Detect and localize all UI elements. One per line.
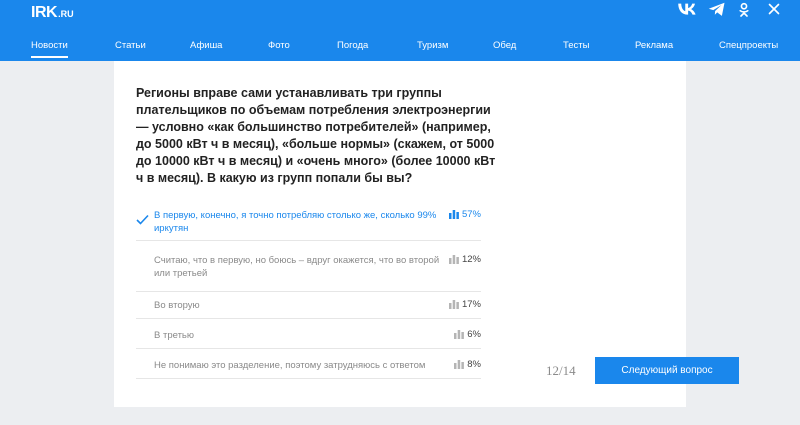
poll-option-result: 57% bbox=[448, 209, 481, 220]
poll-option[interactable]: Считаю, что в первую, но боюсь – вдруг о… bbox=[136, 241, 481, 292]
odnoklassniki-icon[interactable] bbox=[738, 2, 756, 18]
site-header: IRK .RU Новости Статьи Афиша Фото Погода … bbox=[0, 0, 800, 61]
poll-option[interactable]: Во вторую 17% bbox=[136, 292, 481, 319]
next-question-button[interactable]: Следующий вопрос bbox=[595, 357, 739, 384]
telegram-icon[interactable] bbox=[708, 2, 726, 18]
nav-item-afisha[interactable]: Афиша bbox=[190, 40, 222, 51]
logo-suffix: .RU bbox=[58, 9, 74, 19]
poll-option-percent: 8% bbox=[467, 359, 481, 370]
poll-question: Регионы вправе сами устанавливать три гр… bbox=[136, 86, 496, 185]
bar-chart-icon bbox=[448, 210, 459, 219]
poll-option[interactable]: Не понимаю это разделение, поэтому затру… bbox=[136, 349, 481, 379]
poll-option-percent: 57% bbox=[461, 209, 481, 220]
poll-option-text: Не понимаю это разделение, поэтому затру… bbox=[154, 360, 426, 371]
nav-item-lunch[interactable]: Обед bbox=[493, 40, 516, 51]
poll-option-result: 12% bbox=[448, 254, 481, 265]
poll-option-text: Считаю, что в первую, но боюсь – вдруг о… bbox=[154, 255, 440, 279]
bar-chart-icon bbox=[448, 255, 459, 264]
poll-option-text: В первую, конечно, я точно потребляю сто… bbox=[154, 210, 437, 234]
site-logo[interactable]: IRK .RU bbox=[31, 4, 74, 22]
poll-card: Регионы вправе сами устанавливать три гр… bbox=[114, 61, 739, 407]
nav-item-articles[interactable]: Статьи bbox=[115, 40, 146, 51]
poll-option-result: 8% bbox=[454, 359, 481, 370]
poll-option-result: 17% bbox=[448, 299, 481, 310]
nav-item-weather[interactable]: Погода bbox=[337, 40, 368, 51]
poll-option[interactable]: В первую, конечно, я точно потребляю сто… bbox=[136, 202, 481, 241]
nav-item-photo[interactable]: Фото bbox=[268, 40, 290, 51]
poll-option-percent: 17% bbox=[461, 299, 481, 310]
check-icon bbox=[136, 212, 149, 225]
poll-option-percent: 6% bbox=[467, 329, 481, 340]
close-icon[interactable] bbox=[768, 2, 786, 18]
poll-option-text: В третью bbox=[154, 330, 195, 341]
poll-option-percent: 12% bbox=[461, 254, 481, 265]
nav-item-news[interactable]: Новости bbox=[31, 40, 68, 58]
question-counter: 12/14 bbox=[546, 363, 576, 378]
nav-item-tests[interactable]: Тесты bbox=[563, 40, 589, 51]
poll-option-text: Во вторую bbox=[154, 300, 200, 311]
poll-option-result: 6% bbox=[454, 329, 481, 340]
social-links bbox=[678, 2, 786, 18]
nav-item-special[interactable]: Спецпроекты bbox=[719, 40, 778, 51]
bar-chart-icon bbox=[454, 330, 465, 339]
poll-options: В первую, конечно, я точно потребляю сто… bbox=[136, 202, 481, 379]
nav-item-ads[interactable]: Реклама bbox=[635, 40, 673, 51]
vk-icon[interactable] bbox=[678, 2, 696, 18]
main-nav: Новости Статьи Афиша Фото Погода Туризм … bbox=[0, 36, 800, 61]
nav-item-tourism[interactable]: Туризм bbox=[417, 40, 448, 51]
poll-option[interactable]: В третью 6% bbox=[136, 319, 481, 349]
bar-chart-icon bbox=[448, 300, 459, 309]
bar-chart-icon bbox=[454, 360, 465, 369]
logo-main: IRK bbox=[31, 4, 58, 21]
